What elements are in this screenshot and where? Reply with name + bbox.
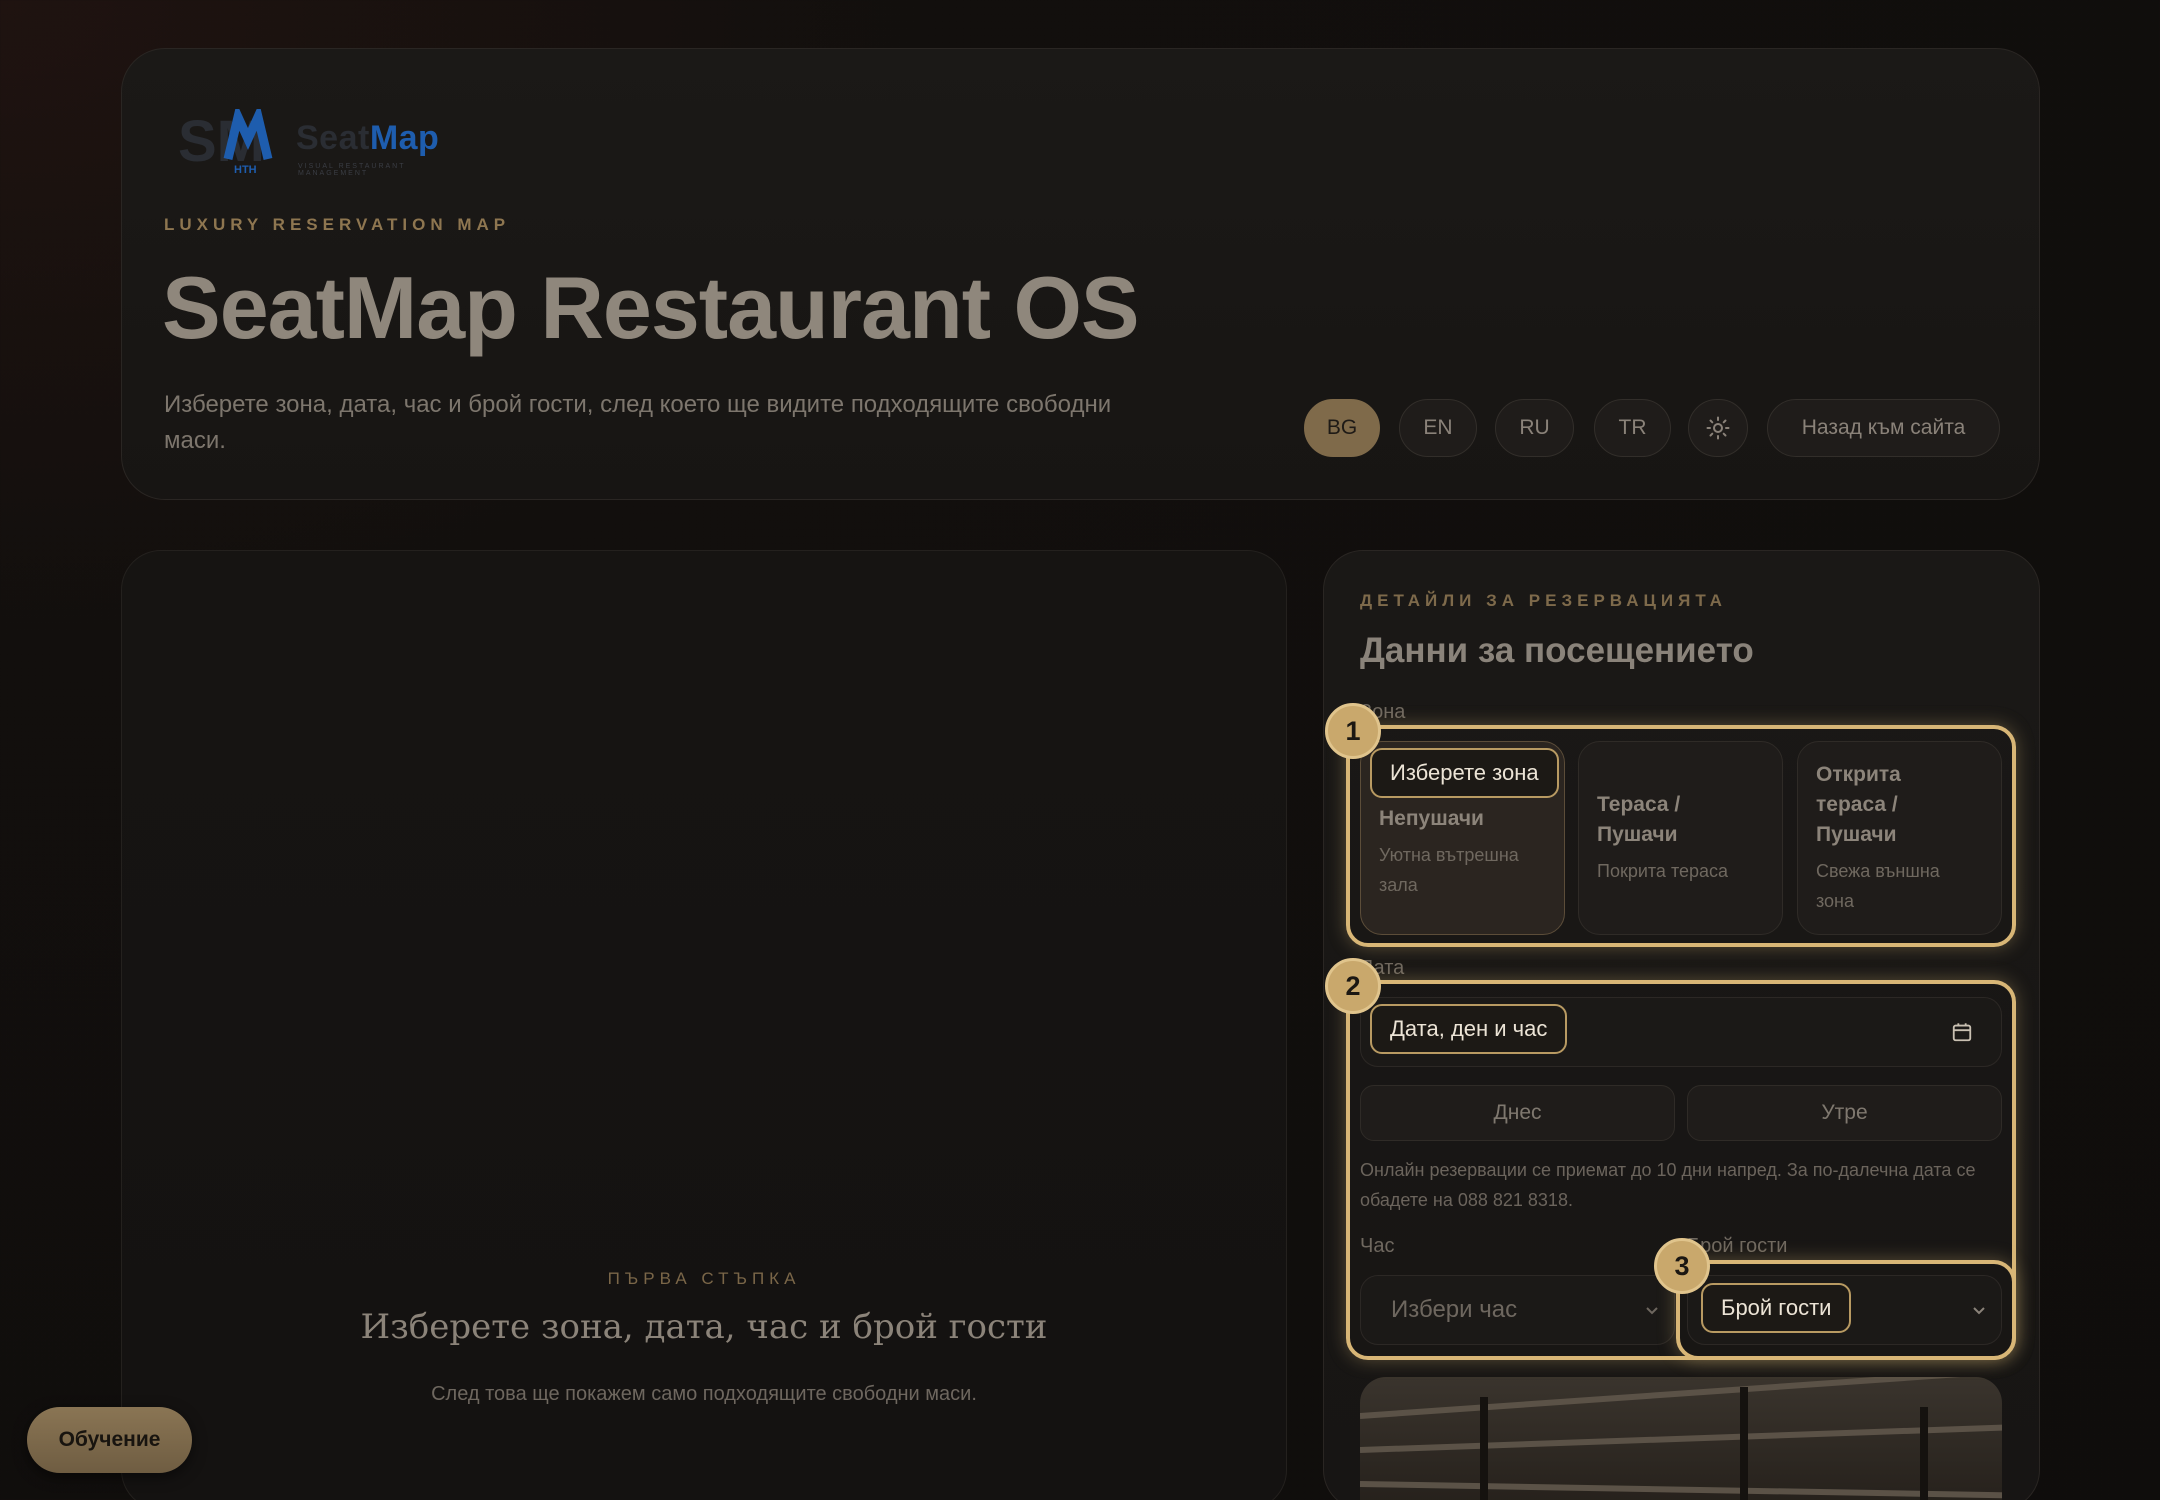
theme-toggle-button[interactable] bbox=[1688, 399, 1748, 457]
language-button-bg[interactable]: BG bbox=[1304, 399, 1380, 457]
empty-state-subtitle: След това ще покажем само подходящите св… bbox=[431, 1383, 977, 1405]
back-to-site-button[interactable]: Назад към сайта bbox=[1767, 399, 2000, 457]
form-title: Данни за посещението bbox=[1360, 631, 1754, 670]
empty-state-label: ПЪРВА СТЪПКА bbox=[607, 1269, 801, 1288]
svg-text:HTH: HTH bbox=[234, 164, 257, 176]
tour-tip-zone: Изберете зона bbox=[1370, 748, 1559, 798]
tutorial-button[interactable]: Обучение bbox=[27, 1407, 192, 1473]
tour-step-badge-2: 2 bbox=[1325, 958, 1381, 1014]
restaurant-photo bbox=[1360, 1377, 2002, 1500]
seatmap-logo-mark-icon: SM HTH bbox=[178, 109, 273, 176]
tour-tip-date: Дата, ден и час bbox=[1370, 1004, 1568, 1054]
language-button-en[interactable]: EN bbox=[1399, 399, 1477, 457]
hero-eyebrow: LUXURY RESERVATION MAP bbox=[164, 215, 511, 234]
hero-header: SM HTH SeatMap VISUAL RESTAURANT MANAGEM… bbox=[121, 48, 2040, 500]
tour-step-badge-3: 3 bbox=[1654, 1238, 1710, 1294]
empty-state-title: Изберете зона, дата, час и брой гости bbox=[360, 1307, 1048, 1347]
seat-map-panel: ПЪРВА СТЪПКА Изберете зона, дата, час и … bbox=[121, 550, 1287, 1500]
seatmap-logo-wordmark: SeatMap bbox=[296, 119, 440, 157]
sun-icon bbox=[1706, 416, 1730, 440]
tour-tip-guests: Брой гости bbox=[1701, 1283, 1852, 1333]
form-eyebrow: ДЕТАЙЛИ ЗА РЕЗЕРВАЦИЯТА bbox=[1360, 591, 1727, 610]
language-button-ru[interactable]: RU bbox=[1495, 399, 1574, 457]
language-button-tr[interactable]: TR bbox=[1594, 399, 1671, 457]
seatmap-logo-tagline: VISUAL RESTAURANT MANAGEMENT bbox=[298, 163, 406, 177]
page-title: SeatMap Restaurant OS bbox=[162, 258, 1140, 357]
seatmap-logo[interactable]: SM HTH SeatMap VISUAL RESTAURANT MANAGEM… bbox=[176, 109, 476, 179]
hero-subtitle: Изберете зона, дата, час и брой гости, с… bbox=[164, 391, 1112, 454]
